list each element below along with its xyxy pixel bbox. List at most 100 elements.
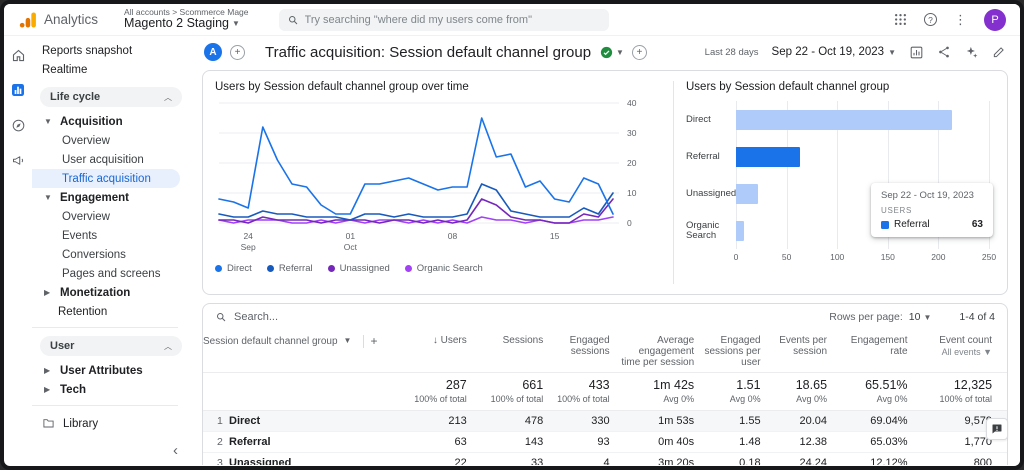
sidebar-item-realtime[interactable]: Realtime [32, 60, 190, 79]
dimension-header-label: Session default channel group [203, 336, 338, 348]
sidebar-item-overview[interactable]: Overview [32, 131, 190, 150]
legend-dot-icon [215, 265, 222, 272]
rows-per-page-select[interactable]: 10 ▼ [909, 311, 932, 323]
table-row-direct[interactable]: 1 Direct 213 478 330 1m 53s 1.55 20.04 69.04% 9,5… [203, 410, 1007, 432]
comparison-chip[interactable]: A [204, 43, 222, 61]
sidebar-item-events[interactable]: Events [32, 226, 190, 245]
total-cell: 433 100% of total [553, 372, 620, 411]
column-header-event-count[interactable]: Event count All events ▼ [917, 330, 1003, 373]
metric-cell: 213 [404, 410, 477, 432]
nav-item-label: Overview [62, 134, 110, 147]
add-comparison-button[interactable]: + [230, 44, 245, 60]
legend-item-referral[interactable]: Referral [266, 263, 313, 274]
date-range-selector[interactable]: Sep 22 - Oct 19, 2023 ▼ [772, 46, 896, 58]
customize-report-icon[interactable] [909, 45, 924, 60]
sidebar-item-acquisition[interactable]: ▼ Acquisition [32, 112, 190, 131]
legend-item-direct[interactable]: Direct [215, 263, 252, 274]
share-icon[interactable] [937, 45, 951, 59]
sidebar-item-user-acquisition[interactable]: User acquisition [32, 150, 190, 169]
metric-cell: 0.18 [704, 452, 771, 465]
advertising-icon[interactable] [7, 149, 29, 171]
dimension-header[interactable]: Session default channel group ▼ + [203, 330, 405, 373]
column-header-conversions[interactable]: Conversions All events ▼ [1002, 330, 1007, 373]
nav-item-label: User Attributes [60, 364, 143, 377]
column-header-users[interactable]: ↓ Users [404, 330, 477, 373]
add-report-tab-button[interactable]: + [631, 44, 647, 60]
bar-referral[interactable] [736, 146, 800, 167]
column-header-engaged-sessions-per-user[interactable]: Engaged sessions per user [704, 330, 771, 373]
add-dimension-button[interactable]: + [370, 334, 377, 348]
metric-cell: 12.38 [770, 431, 838, 453]
chevron-down-icon: ▼ [343, 336, 352, 346]
totals-row: 287 100% of total 661 100% of total 433 100% … [203, 372, 1007, 411]
bar-direct[interactable] [736, 109, 952, 130]
column-header-engagement-rate[interactable]: Engagement rate [837, 330, 918, 373]
sidebar-item-tech[interactable]: ▶ Tech [32, 380, 190, 399]
bar-axis: 0 50 100 150 200 250 [734, 249, 996, 263]
report-status-dropdown[interactable]: ▼ [599, 45, 624, 60]
section-pill[interactable]: Life cycle ︿ [40, 87, 182, 107]
explore-icon[interactable] [7, 114, 29, 136]
sidebar-item-retention[interactable]: Retention [32, 302, 190, 321]
column-header-engaged-sessions[interactable]: Engaged sessions [553, 330, 620, 373]
sidebar-item-traffic-acquisition[interactable]: Traffic acquisition [32, 169, 180, 188]
legend-item-unassigned[interactable]: Unassigned [327, 263, 390, 274]
global-search[interactable] [278, 8, 609, 31]
main-content: A + Traffic acquisition: Session default… [190, 36, 1020, 465]
insights-icon[interactable] [964, 45, 979, 60]
account-switcher[interactable]: All accounts > Scommerce Mage Magento 2 … [124, 7, 248, 31]
column-header-average-engagement-time-per-session[interactable]: Average engagement time per session [619, 330, 705, 373]
svg-text:10: 10 [627, 188, 637, 198]
sidebar-item-pages-and-screens[interactable]: Pages and screens [32, 264, 190, 283]
nav-item-label: Tech [60, 383, 86, 396]
tooltip-swatch [881, 220, 889, 229]
metric-cell: 3m 20s [619, 452, 705, 465]
total-cell: 287 100% of total [404, 372, 477, 411]
table-row-unassigned[interactable]: 3 Unassigned 22 33 4 3m 20s 0.18 24.24 12.12% 800 [203, 452, 1007, 465]
pagination-status: 1-4 of 4 [959, 311, 995, 323]
section-pill[interactable]: User ︿ [40, 336, 182, 356]
apps-grid-icon[interactable] [894, 13, 907, 26]
feedback-button[interactable] [986, 418, 1008, 440]
edit-icon[interactable] [992, 45, 1006, 59]
bar-organic-search[interactable] [736, 220, 745, 241]
column-label: Engaged sessions per user [704, 335, 761, 368]
search-icon [287, 14, 299, 26]
nav-item-label: Acquisition [60, 115, 123, 128]
sidebar-item-user-attributes[interactable]: ▶ User Attributes [32, 361, 190, 380]
bar-unassigned[interactable] [736, 183, 759, 204]
legend-dot-icon [327, 265, 335, 272]
table-row-referral[interactable]: 2 Referral 63 143 93 0m 40s 1.48 12.38 65.03% 1,7… [203, 431, 1007, 453]
sidebar-item-conversions[interactable]: Conversions [32, 245, 190, 264]
sidebar-item-library[interactable]: Library [32, 414, 190, 433]
search-input[interactable] [304, 13, 601, 26]
table-search-input[interactable] [234, 311, 414, 323]
sidebar-item-engagement[interactable]: ▼ Engagement [32, 188, 190, 207]
avatar[interactable]: P [984, 8, 1006, 31]
column-header-events-per-session[interactable]: Events per session [770, 330, 838, 373]
sidebar-section-user[interactable]: User ︿ [40, 336, 182, 356]
analytics-logo-icon[interactable] [18, 10, 38, 30]
bar-row-referral[interactable]: Referral [686, 138, 989, 175]
metric-cell: 478 [476, 410, 554, 432]
collapse-nav-icon[interactable]: ‹ [173, 442, 178, 459]
bar-row-direct[interactable]: Direct [686, 101, 989, 138]
column-header-sessions[interactable]: Sessions [476, 330, 554, 373]
legend-item-organic-search[interactable]: Organic Search [404, 263, 483, 274]
sidebar-item-reports-snapshot[interactable]: Reports snapshot [32, 41, 190, 60]
sidebar-item-overview[interactable]: Overview [32, 207, 190, 226]
page-title: Traffic acquisition: Session default cha… [265, 43, 592, 61]
more-options-icon[interactable]: ⋮ [954, 12, 967, 28]
nav-item-label: Retention [58, 305, 108, 318]
reports-icon[interactable] [7, 79, 29, 101]
help-icon[interactable]: ? [924, 13, 937, 26]
chevron-down-icon: ▼ [231, 18, 240, 28]
sidebar-section-life-cycle[interactable]: Life cycle ︿ [40, 87, 182, 107]
sidebar-item-monetization[interactable]: ▶ Monetization [32, 283, 190, 302]
svg-text:Oct: Oct [344, 242, 358, 252]
section-label: Life cycle [50, 91, 101, 103]
column-metric-select[interactable]: All events ▼ [918, 347, 992, 358]
home-icon[interactable] [7, 44, 29, 66]
table-search[interactable] [215, 311, 829, 323]
column-metric-select[interactable]: All events ▼ [1002, 348, 1007, 358]
